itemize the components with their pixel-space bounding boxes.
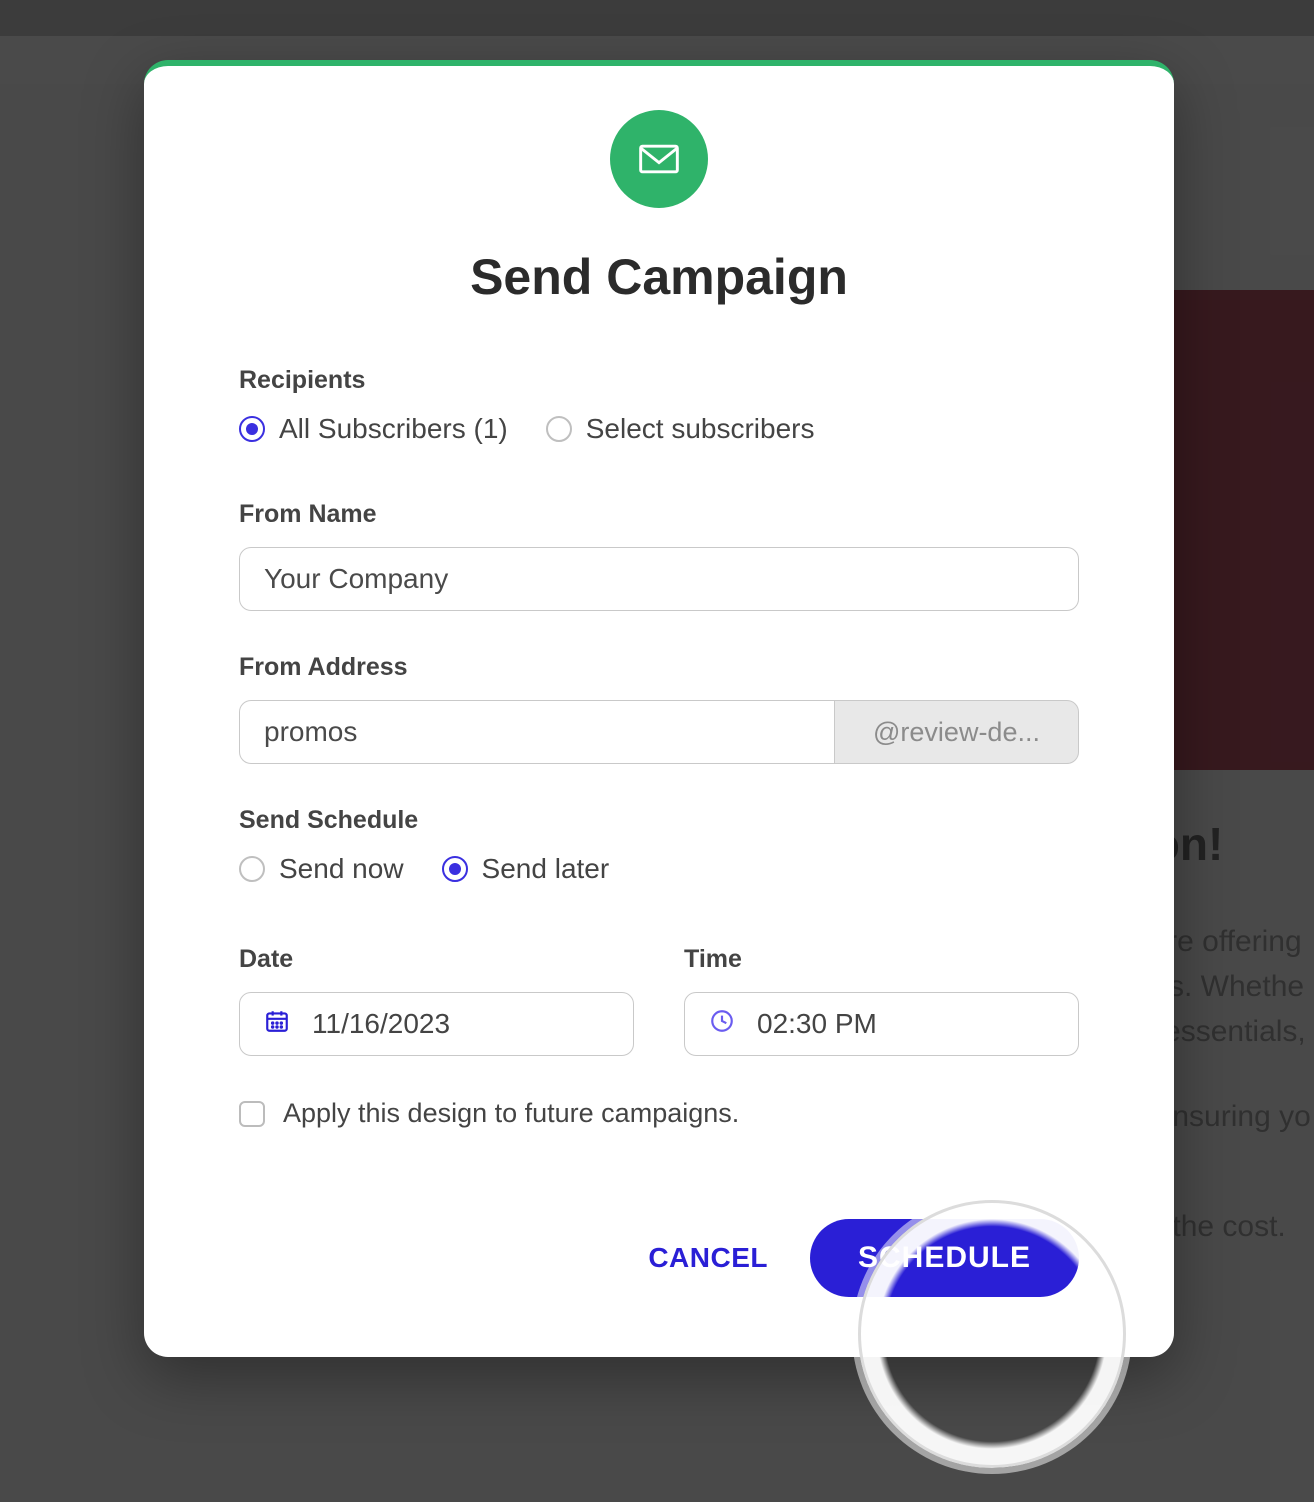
radio-select-subscribers[interactable]: Select subscribers bbox=[546, 413, 815, 445]
time-picker[interactable]: 02:30 PM bbox=[684, 992, 1079, 1056]
schedule-button[interactable]: SCHEDULE bbox=[810, 1219, 1079, 1297]
checkbox-icon bbox=[239, 1101, 265, 1127]
schedule-radio-group: Send now Send later bbox=[239, 853, 1079, 885]
apply-future-label: Apply this design to future campaigns. bbox=[283, 1098, 739, 1129]
cancel-button[interactable]: CANCEL bbox=[628, 1224, 788, 1292]
recipients-label: Recipients bbox=[239, 366, 1079, 395]
from-name-label: From Name bbox=[239, 500, 1079, 529]
time-label: Time bbox=[684, 945, 1079, 974]
radio-label: Send later bbox=[482, 853, 610, 885]
from-address-row: @review-de... bbox=[239, 700, 1079, 764]
send-schedule-label: Send Schedule bbox=[239, 806, 1079, 835]
date-picker[interactable]: 11/16/2023 bbox=[239, 992, 634, 1056]
radio-send-later[interactable]: Send later bbox=[442, 853, 610, 885]
radio-all-subscribers[interactable]: All Subscribers (1) bbox=[239, 413, 508, 445]
modal-title: Send Campaign bbox=[214, 248, 1104, 306]
recipients-radio-group: All Subscribers (1) Select subscribers bbox=[239, 413, 1079, 445]
radio-label: Send now bbox=[279, 853, 404, 885]
mail-icon bbox=[610, 110, 708, 208]
radio-send-now[interactable]: Send now bbox=[239, 853, 404, 885]
radio-indicator-icon bbox=[546, 416, 572, 442]
from-address-input[interactable] bbox=[239, 700, 834, 764]
radio-indicator-icon bbox=[239, 856, 265, 882]
modal-actions: CANCEL SCHEDULE bbox=[239, 1219, 1079, 1297]
send-campaign-modal: Send Campaign Recipients All Subscribers… bbox=[144, 60, 1174, 1357]
date-label: Date bbox=[239, 945, 634, 974]
apply-future-checkbox-row[interactable]: Apply this design to future campaigns. bbox=[239, 1098, 1079, 1129]
time-value: 02:30 PM bbox=[757, 1008, 877, 1040]
radio-indicator-icon bbox=[239, 416, 265, 442]
date-value: 11/16/2023 bbox=[312, 1008, 450, 1040]
calendar-icon bbox=[264, 1008, 290, 1041]
from-name-input[interactable] bbox=[239, 547, 1079, 611]
radio-label: Select subscribers bbox=[586, 413, 815, 445]
from-address-label: From Address bbox=[239, 653, 1079, 682]
from-address-domain: @review-de... bbox=[834, 700, 1079, 764]
clock-icon bbox=[709, 1008, 735, 1041]
radio-label: All Subscribers (1) bbox=[279, 413, 508, 445]
radio-indicator-icon bbox=[442, 856, 468, 882]
